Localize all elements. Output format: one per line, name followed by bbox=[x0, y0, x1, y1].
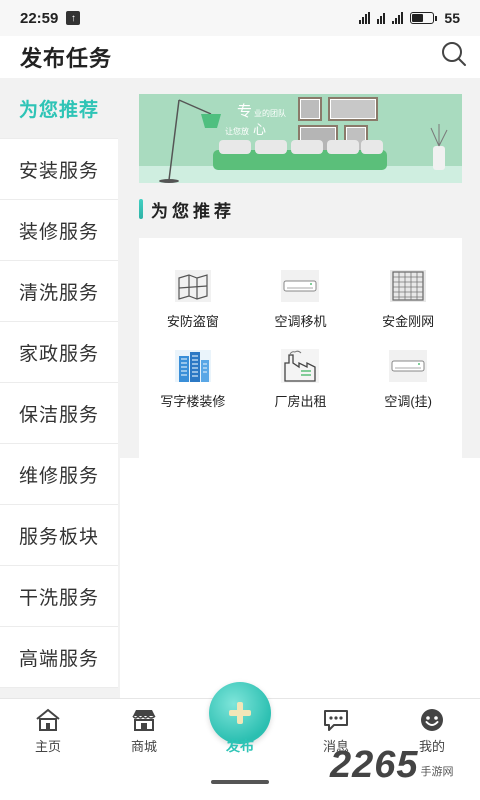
service-item-ac-relocation[interactable]: 空调移机 bbox=[247, 268, 355, 330]
service-label: 空调(挂) bbox=[384, 394, 432, 409]
air-conditioner-icon bbox=[280, 268, 320, 304]
service-item-anti-theft-window[interactable]: 安防盗窗 bbox=[139, 268, 247, 330]
banner-text-2: 让您放 bbox=[225, 126, 249, 136]
watermark-text: 手游网 bbox=[420, 766, 454, 778]
banner-text-big1: 专 bbox=[237, 103, 252, 120]
section-header: 为您推荐 bbox=[139, 197, 235, 221]
battery-icon bbox=[410, 12, 438, 24]
banner-text-1: 业的团队 bbox=[254, 108, 286, 118]
service-item-factory-rental[interactable]: 厂房出租 bbox=[247, 348, 355, 410]
cellular-signal-icon bbox=[359, 12, 371, 24]
upload-icon: ↑ bbox=[66, 11, 81, 25]
mesh-grid-icon bbox=[388, 268, 428, 304]
sidebar-item-decoration[interactable]: 装修服务 bbox=[0, 200, 118, 261]
sidebar-item-repair[interactable]: 维修服务 bbox=[0, 444, 118, 505]
section-title: 为您推荐 bbox=[151, 201, 235, 221]
sidebar-item-cleaning[interactable]: 清洗服务 bbox=[0, 261, 118, 322]
status-time: 22:59 bbox=[20, 9, 59, 27]
publish-label[interactable]: 发布 bbox=[200, 736, 280, 756]
air-conditioner-icon bbox=[388, 348, 428, 384]
category-sidebar: 为您推荐 安装服务 装修服务 清洗服务 家政服务 保洁服务 维修服务 服务板块 … bbox=[0, 78, 120, 688]
tab-label: 主页 bbox=[34, 739, 61, 754]
tab-label: 商城 bbox=[130, 739, 157, 754]
main-content: 专 业的团队 让您放 心 为您推荐 安防盗窗 空调移机 安金刚网 写字楼装修 厂… bbox=[120, 78, 480, 458]
wifi-signal-icon bbox=[392, 12, 404, 24]
service-grid: 安防盗窗 空调移机 安金刚网 写字楼装修 厂房出租 空调(挂) bbox=[139, 268, 462, 410]
window-icon bbox=[173, 268, 213, 304]
sidebar-item-housekeeping[interactable]: 家政服务 bbox=[0, 322, 118, 383]
sidebar-item-install[interactable]: 安装服务 bbox=[0, 139, 118, 200]
banner-text-big2: 心 bbox=[253, 122, 266, 137]
sidebar-item-janitorial[interactable]: 保洁服务 bbox=[0, 383, 118, 444]
service-label: 厂房出租 bbox=[274, 394, 327, 409]
publish-button[interactable] bbox=[209, 682, 271, 744]
hd-signal-icon bbox=[377, 12, 386, 24]
site-watermark: 2265 手游网 bbox=[330, 744, 454, 787]
factory-icon bbox=[280, 348, 320, 384]
content-area bbox=[120, 458, 480, 698]
service-item-wall-ac[interactable]: 空调(挂) bbox=[354, 348, 462, 410]
sidebar-item-dry-cleaning[interactable]: 干洗服务 bbox=[0, 566, 118, 627]
page-title: 发布任务 bbox=[20, 46, 113, 71]
watermark-number: 2265 bbox=[330, 744, 419, 786]
service-label: 空调移机 bbox=[274, 314, 327, 329]
app-header: 发布任务 bbox=[0, 36, 480, 78]
tab-home[interactable]: 主页 bbox=[0, 707, 96, 755]
promo-banner[interactable]: 专 业的团队 让您放 心 bbox=[139, 94, 462, 183]
service-label: 安金刚网 bbox=[382, 314, 435, 329]
tab-mall[interactable]: 商城 bbox=[96, 707, 192, 755]
smiley-face-icon bbox=[418, 707, 446, 733]
home-icon bbox=[34, 707, 62, 733]
search-icon[interactable] bbox=[440, 40, 468, 68]
store-icon bbox=[130, 707, 158, 733]
status-bar: 22:59 ↑ 55 bbox=[0, 0, 480, 36]
battery-level: 55 bbox=[444, 10, 460, 26]
plus-icon bbox=[229, 702, 251, 724]
service-item-office-renovation[interactable]: 写字楼装修 bbox=[139, 348, 247, 410]
service-label: 写字楼装修 bbox=[160, 394, 226, 409]
service-label: 安防盗窗 bbox=[166, 314, 219, 329]
section-accent-bar bbox=[139, 199, 143, 219]
office-building-icon bbox=[173, 348, 213, 384]
home-indicator[interactable] bbox=[211, 780, 269, 784]
banner-illustration: 专 业的团队 让您放 心 bbox=[139, 94, 462, 183]
service-grid-card: 安防盗窗 空调移机 安金刚网 写字楼装修 厂房出租 空调(挂) bbox=[139, 238, 462, 458]
sidebar-item-premium[interactable]: 高端服务 bbox=[0, 627, 118, 688]
service-item-security-mesh[interactable]: 安金刚网 bbox=[354, 268, 462, 330]
sidebar-item-recommended[interactable]: 为您推荐 bbox=[0, 78, 118, 139]
sidebar-item-service-sections[interactable]: 服务板块 bbox=[0, 505, 118, 566]
chat-bubble-icon bbox=[322, 707, 350, 733]
